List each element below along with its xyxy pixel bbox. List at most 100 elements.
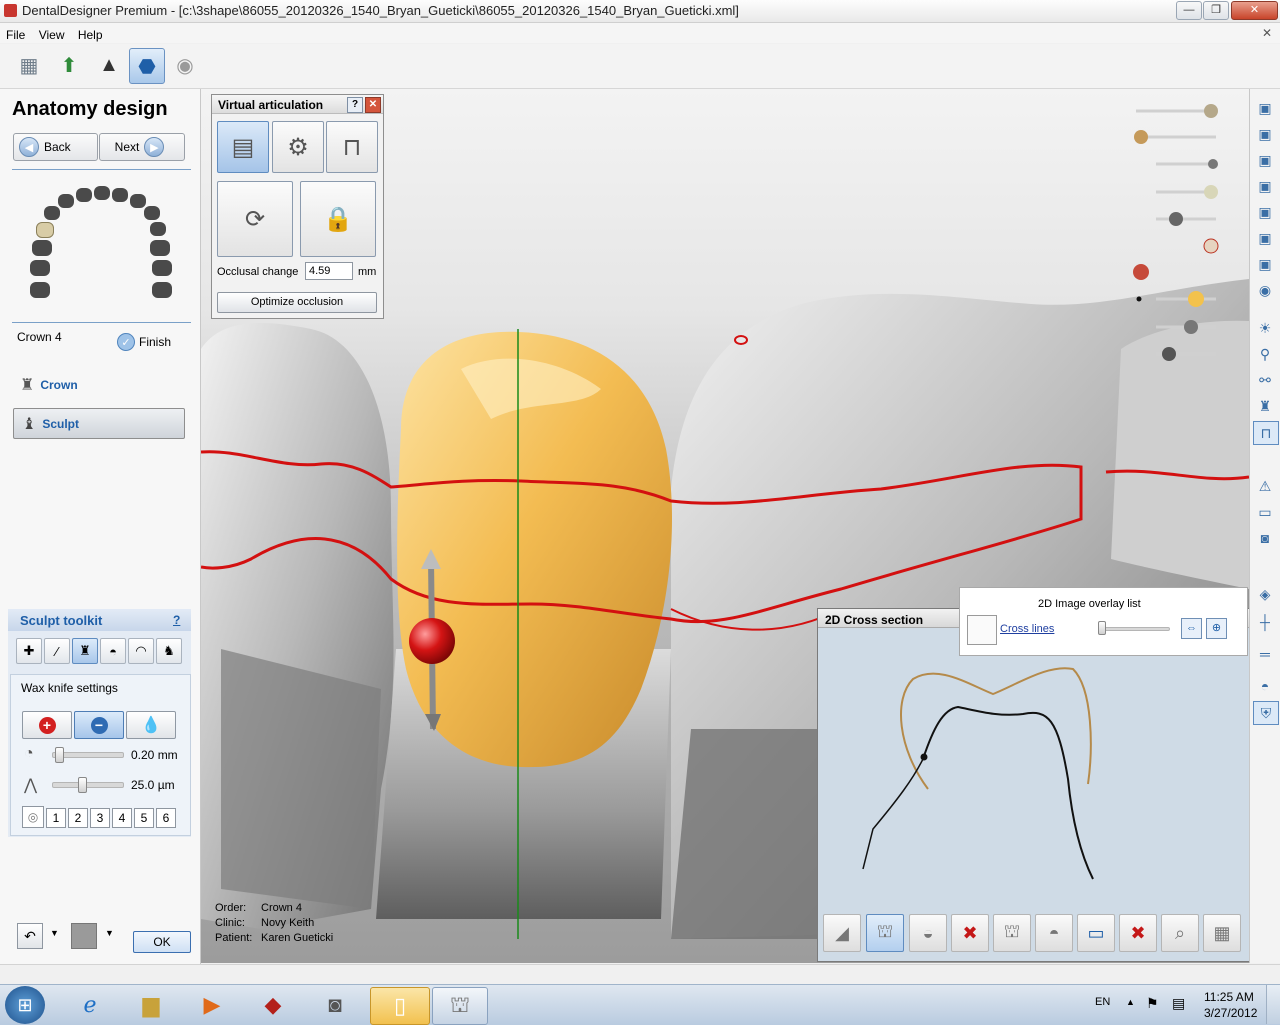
- tooth-shade-icon[interactable]: ◓: [1035, 914, 1073, 952]
- pin-icon[interactable]: ⚲: [1253, 343, 1277, 365]
- skull-view-icon[interactable]: ⛨: [1253, 701, 1279, 725]
- tooth[interactable]: [152, 260, 172, 276]
- cross-section-view[interactable]: [818, 629, 1249, 909]
- light-icon[interactable]: ☀: [1253, 317, 1277, 339]
- view-front-icon[interactable]: ▣: [1253, 97, 1277, 119]
- disc-icon[interactable]: ◉: [168, 48, 202, 82]
- occlusal-change-input[interactable]: [305, 262, 353, 280]
- zoom-icon[interactable]: ⊕: [1206, 618, 1227, 639]
- remove-section-icon[interactable]: ✖: [951, 914, 989, 952]
- crown-view-icon[interactable]: ♜: [1253, 395, 1277, 417]
- view-right-icon[interactable]: ▣: [1253, 227, 1277, 249]
- reset-articulation-icon[interactable]: ⟳: [217, 181, 293, 257]
- order-icon[interactable]: ▦: [12, 48, 46, 82]
- warning-icon[interactable]: ⚠: [1253, 475, 1277, 497]
- explorer-icon[interactable]: ▆: [126, 987, 176, 1023]
- color-dropdown-icon[interactable]: ▼: [105, 928, 114, 938]
- design-icon[interactable]: ⬣: [129, 48, 165, 84]
- section-tool-icon[interactable]: ◢: [823, 914, 861, 952]
- wax-knife-tool-icon[interactable]: ♜: [72, 638, 98, 664]
- dental-designer-icon[interactable]: ⛫: [432, 987, 488, 1025]
- cross-lines-link[interactable]: Cross lines: [1000, 623, 1054, 635]
- tooth[interactable]: [150, 240, 170, 256]
- jaw-motion-button[interactable]: ▤: [217, 121, 269, 173]
- fit-view-icon[interactable]: ⇔: [1181, 618, 1202, 639]
- tooth[interactable]: [144, 206, 160, 220]
- add-wax-tool-icon[interactable]: ✚: [16, 638, 42, 664]
- va-help-button[interactable]: ?: [347, 97, 363, 113]
- undo-button[interactable]: ↶: [17, 923, 43, 949]
- va-close-button[interactable]: ✕: [365, 97, 381, 113]
- overlay-thumbnail[interactable]: [967, 615, 997, 645]
- settings-gear-icon[interactable]: ⚙: [272, 121, 324, 173]
- camera-icon[interactable]: ◙: [1253, 527, 1277, 549]
- show-desktop-button[interactable]: [1266, 985, 1280, 1024]
- media-player-icon[interactable]: ▶: [187, 987, 237, 1023]
- ruler-icon[interactable]: ▭: [1077, 914, 1115, 952]
- tooth[interactable]: [152, 282, 172, 298]
- tooth[interactable]: [32, 240, 52, 256]
- menu-help[interactable]: Help: [78, 28, 103, 42]
- tooth[interactable]: [30, 282, 50, 298]
- 3shape-icon[interactable]: ◆: [248, 987, 298, 1023]
- size-slider-thumb[interactable]: [55, 747, 64, 763]
- lock-articulation-icon[interactable]: 🔒: [300, 181, 376, 257]
- preset-6-button[interactable]: 6: [156, 808, 176, 828]
- tooth[interactable]: [94, 186, 110, 200]
- strength-slider-thumb[interactable]: [78, 777, 87, 793]
- clock-date[interactable]: 3/27/2012: [1204, 1006, 1257, 1020]
- ruler-tool-icon[interactable]: ═: [1253, 643, 1277, 665]
- show-hidden-icons[interactable]: ▲: [1126, 997, 1135, 1007]
- tooth[interactable]: [58, 194, 74, 208]
- preset-icon[interactable]: ◎: [22, 806, 44, 828]
- flag-icon[interactable]: ⚑: [1146, 995, 1159, 1012]
- tooth[interactable]: [150, 222, 166, 236]
- view-left-icon[interactable]: ▣: [1253, 201, 1277, 223]
- grid-icon[interactable]: ▦: [1203, 914, 1241, 952]
- document-icon[interactable]: ▯: [370, 987, 430, 1025]
- doc-close-icon[interactable]: ✕: [1262, 26, 1272, 40]
- selected-tooth[interactable]: [36, 222, 54, 238]
- tooth[interactable]: [44, 206, 60, 220]
- close-button[interactable]: ✕: [1231, 1, 1278, 20]
- menu-view[interactable]: View: [39, 28, 65, 42]
- crown-section-icon[interactable]: ⛫: [866, 914, 904, 952]
- link-icon[interactable]: ⚯: [1253, 369, 1277, 391]
- next-button[interactable]: Next ▶: [99, 133, 185, 161]
- maximize-button[interactable]: ❐: [1203, 1, 1229, 20]
- monitor-icon[interactable]: ▭: [1253, 501, 1277, 523]
- tooth[interactable]: [112, 188, 128, 202]
- tooth[interactable]: [30, 260, 50, 276]
- finish-button[interactable]: ✓ Finish: [117, 333, 171, 351]
- ie-icon[interactable]: ℯ: [65, 987, 115, 1023]
- view-top-icon[interactable]: ▣: [1253, 149, 1277, 171]
- articulator-icon[interactable]: ⊓: [326, 121, 378, 173]
- add-material-button[interactable]: +: [22, 711, 72, 739]
- tooth[interactable]: [76, 188, 92, 202]
- minimize-button[interactable]: —: [1176, 1, 1202, 20]
- tooth[interactable]: [130, 194, 146, 208]
- cube-icon[interactable]: ◈: [1253, 583, 1277, 605]
- clock-time[interactable]: 11:25 AM: [1204, 990, 1254, 1004]
- undo-dropdown-icon[interactable]: ▼: [50, 928, 59, 938]
- ok-button[interactable]: OK: [133, 931, 191, 953]
- optimize-occlusion-button[interactable]: Optimize occlusion: [217, 292, 377, 313]
- preset-3-button[interactable]: 3: [90, 808, 110, 828]
- overlay-opacity-slider[interactable]: [1100, 627, 1170, 631]
- crown-step[interactable]: ♜ Crown: [20, 375, 78, 395]
- eye-icon[interactable]: ◉: [1253, 279, 1277, 301]
- camera-app-icon[interactable]: ◙: [310, 987, 360, 1023]
- preset-4-button[interactable]: 4: [112, 808, 132, 828]
- remove-points-icon[interactable]: ✖: [1119, 914, 1157, 952]
- view-bottom-icon[interactable]: ▣: [1253, 175, 1277, 197]
- magnifier-icon[interactable]: ⌕: [1161, 914, 1199, 952]
- axis-icon[interactable]: ┼: [1253, 611, 1277, 633]
- color-swatch-button[interactable]: [71, 923, 97, 949]
- smooth-tool-icon[interactable]: ◓: [100, 638, 126, 664]
- menu-file[interactable]: File: [6, 28, 25, 42]
- smooth-material-button[interactable]: 💧: [126, 711, 176, 739]
- preset-1-button[interactable]: 1: [46, 808, 66, 828]
- knife-tool-icon[interactable]: ∕: [44, 638, 70, 664]
- tooth-section-icon[interactable]: ⛫: [993, 914, 1031, 952]
- overlay-opacity-thumb[interactable]: [1098, 621, 1106, 635]
